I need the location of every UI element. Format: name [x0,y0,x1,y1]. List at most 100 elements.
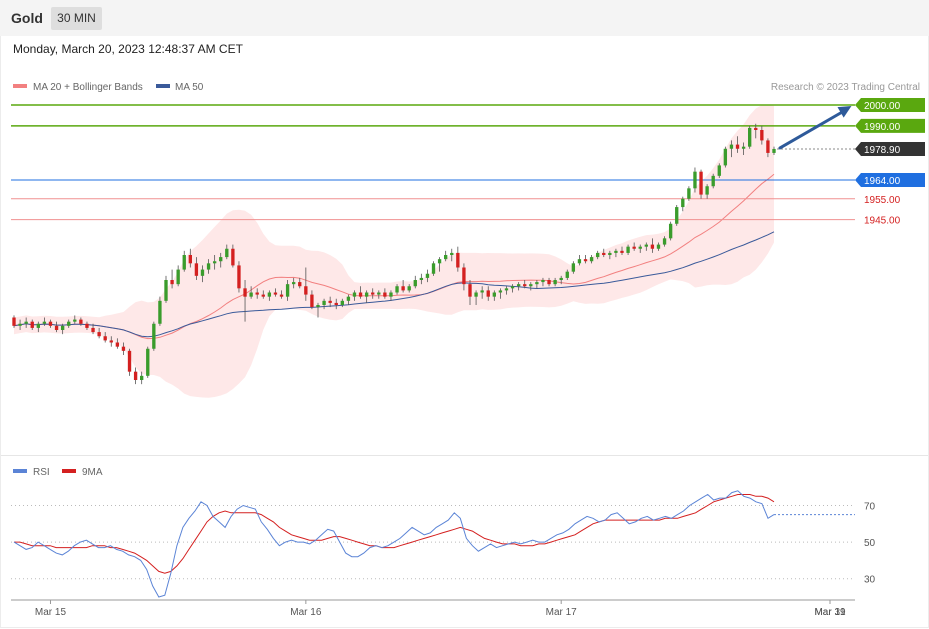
candle-up [772,148,776,153]
candle-down [462,267,466,285]
resistance-1990-label: 1990.00 [864,122,901,133]
candle-down [121,346,126,351]
candle-up [24,321,28,324]
rsi-legend-label: RSI [33,467,50,478]
candle-down [54,325,59,330]
candle-down [328,300,332,303]
candle-down [188,255,192,264]
candle-up [498,290,503,293]
rsi-ma9-line [14,494,775,574]
candle-down [523,284,527,287]
candle-up [146,348,150,376]
candle-up [541,280,545,283]
time-axis: Mar 15 Mar 16 Mar 17 Mar 19Mar 31 [11,599,855,618]
candle-up [285,284,290,297]
time-tick-label: Mar 31 [814,607,846,618]
candle-up [687,188,691,199]
rsi-tick-30: 30 [864,575,876,586]
candle-down [735,144,740,149]
ma9-legend-label: 9MA [82,467,103,478]
candle-down [401,286,405,291]
candle-up [626,246,630,253]
resistance-2000-label: 2000.00 [864,101,901,112]
candle-up [413,280,417,287]
candle-up [18,323,22,326]
candle-up [444,255,448,260]
candle-up [504,288,509,291]
candle-up [711,175,715,187]
candle-up [681,198,685,208]
candle-down [237,265,241,289]
candle-up [596,252,600,258]
candle-down [127,350,132,372]
candle-up [656,244,661,249]
candle-down [620,250,624,253]
candle-up [729,144,734,149]
candle-up [364,292,369,297]
candle-up [42,321,47,324]
candle-up [36,323,40,328]
rsi-tick-50: 50 [864,538,876,549]
candle-up [437,259,442,264]
candle-up [425,273,430,278]
candle-up [705,186,709,195]
candle-up [212,261,217,264]
rsi-tick-70: 70 [864,501,876,512]
candle-up [492,292,496,297]
candle-up [225,248,229,258]
candle-up [67,321,71,326]
pivot-1964-label: 1964.00 [864,176,901,187]
candle-up [589,257,594,262]
rsi-legend-swatch [13,469,27,473]
candle-up [152,323,156,349]
candle-up [516,284,521,287]
candle-up [431,263,436,274]
candle-down [310,294,314,308]
candle-up [474,292,478,297]
candle-up [529,284,533,287]
forecast-arrow-shaft [778,109,846,150]
candle-up [73,319,77,322]
ma20-legend-label: MA 20 + Bollinger Bands [33,82,143,93]
candle-up [164,280,168,301]
candle-up [176,269,180,285]
candle-up [510,286,515,289]
candle-up [140,375,144,380]
forecast-arrow-head [837,105,852,118]
candle-up [662,238,667,245]
candle-down [273,292,278,295]
rsi-line [13,490,775,598]
candle-up [267,292,272,297]
candle-up [553,280,557,285]
candle-up [322,300,326,305]
candle-down [243,288,247,297]
candle-down [358,292,363,297]
candle-up [675,207,679,224]
candle-down [103,336,107,341]
candle-up [717,165,721,176]
support-1955-label: 1955.00 [864,195,901,206]
candle-down [231,248,235,266]
candle-up [741,146,746,149]
candle-down [109,340,113,343]
candle-up [644,244,648,247]
price-panel: 2000.00 1990.00 1964.00 1955.00 1945.00 1978.… [11,98,925,398]
candle-down [602,252,606,255]
candle-up [206,263,211,270]
ma50-legend-label: MA 50 [175,82,204,93]
candle-up [614,250,618,253]
candle-up [352,292,357,297]
candle-down [754,127,758,130]
candle-down [279,294,284,297]
candle-up [571,263,576,272]
candle-up [608,252,612,255]
candle-down [766,140,770,153]
candle-up [389,292,393,297]
chart-svg: MA 20 + Bollinger Bands MA 50 Research ©… [1,82,928,618]
candle-up [249,292,253,297]
candle-up [480,290,484,293]
candle-up [577,259,582,264]
candle-up [450,252,454,255]
candle-down [91,327,95,333]
candle-down [255,292,259,295]
